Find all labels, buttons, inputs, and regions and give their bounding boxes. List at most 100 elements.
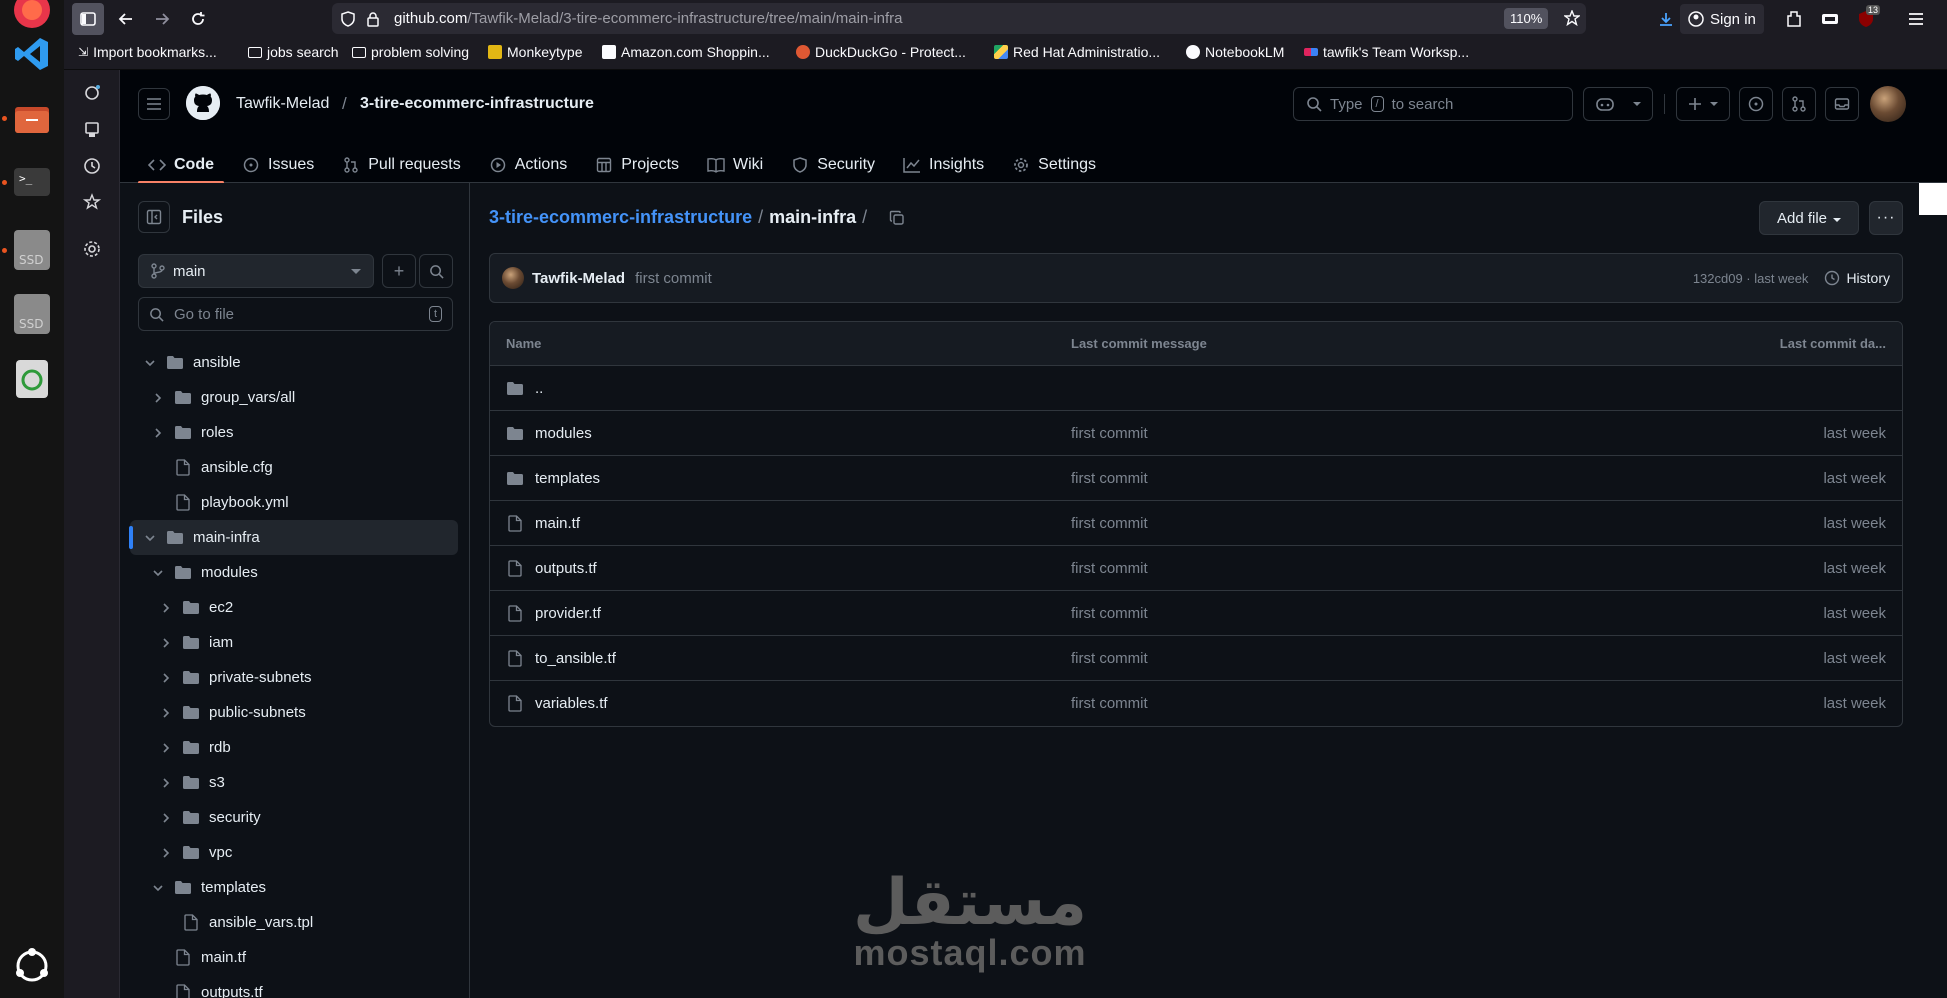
tracking-shield-icon[interactable] [340,11,356,32]
bookmark-monkeytype[interactable]: Monkeytype [488,44,582,60]
tree-folder-item[interactable]: templates [120,870,469,905]
ublock-icon[interactable]: 13 [1850,3,1882,35]
sidebar-toggle-icon[interactable] [72,3,104,35]
add-file-dropdown[interactable]: Add file [1759,201,1859,235]
bookmark-team-workspace[interactable]: tawfik's Team Worksp... [1304,44,1469,60]
tree-folder-item[interactable]: private-subnets [120,660,469,695]
commit-message[interactable]: first commit [635,270,712,287]
issues-button[interactable] [1739,87,1773,121]
reload-icon[interactable] [182,3,214,35]
vpn-extension-icon[interactable] [1814,3,1846,35]
sign-in-button[interactable]: Sign in [1680,4,1764,34]
tab-actions[interactable]: Actions [479,148,577,182]
collapse-panel-button[interactable] [138,201,170,233]
commit-author[interactable]: Tawfik-Melad [532,270,625,287]
history-button[interactable]: History [1824,270,1890,286]
tab-wiki[interactable]: Wiki [697,148,773,182]
tab-pull-requests[interactable]: Pull requests [332,148,471,182]
search-files-button[interactable] [419,254,453,288]
tree-folder-item[interactable]: s3 [120,765,469,800]
synced-tabs-icon[interactable] [82,120,102,140]
back-icon[interactable] [110,3,142,35]
user-avatar[interactable] [1870,86,1906,122]
chevron-right-icon[interactable] [158,670,174,686]
tab-insights[interactable]: Insights [893,148,994,182]
files-app-icon[interactable] [8,95,56,143]
row-commit-message[interactable]: first commit [1071,470,1148,487]
chevron-down-icon[interactable] [150,565,166,581]
tab-code[interactable]: Code [138,148,224,184]
table-row[interactable]: templates first commit last week [490,456,1902,501]
tree-file-item[interactable]: playbook.yml [120,485,469,520]
breadcrumb-owner[interactable]: Tawfik-Melad [236,95,329,113]
history-icon[interactable] [82,156,102,176]
tree-folder-item[interactable]: rdb [120,730,469,765]
chevron-right-icon[interactable] [158,600,174,616]
table-row[interactable]: modules first commit last week [490,411,1902,456]
bookmark-notebooklm[interactable]: NotebookLM [1186,44,1284,60]
tree-file-item[interactable]: ansible_vars.tpl [120,905,469,940]
disk-ssd-icon[interactable]: SSD [8,290,56,338]
table-row[interactable]: outputs.tf first commit last week [490,546,1902,591]
row-commit-message[interactable]: first commit [1071,515,1148,532]
tab-issues[interactable]: Issues [232,148,324,182]
bookmarks-star-icon[interactable] [82,192,102,212]
row-name-link[interactable]: to_ansible.tf [535,650,616,667]
downloads-icon[interactable] [1650,3,1682,35]
table-row[interactable]: variables.tf first commit last week [490,681,1902,726]
tree-folder-item[interactable]: roles [120,415,469,450]
tree-folder-item[interactable]: security [120,800,469,835]
chevron-down-icon[interactable] [142,355,158,371]
global-nav-button[interactable] [138,88,170,120]
bookmark-redhat[interactable]: Red Hat Administratio... [994,44,1160,60]
table-row[interactable]: .. [490,366,1902,411]
tree-folder-item[interactable]: public-subnets [120,695,469,730]
tree-file-item[interactable]: main.tf [120,940,469,975]
firefox-icon[interactable] [8,0,56,34]
commit-meta[interactable]: 132cd09 · last week [1693,271,1809,286]
add-file-button[interactable]: + [382,254,416,288]
terminal-icon[interactable]: >_ [8,158,56,206]
chevron-down-icon[interactable] [150,880,166,896]
copy-path-icon[interactable] [887,208,907,228]
row-name-link[interactable]: main.tf [535,515,580,532]
tree-file-item[interactable]: ansible.cfg [120,450,469,485]
forward-icon[interactable] [146,3,178,35]
chevron-right-icon[interactable] [158,810,174,826]
bookmark-problem-solving[interactable]: problem solving [352,44,469,60]
row-commit-message[interactable]: first commit [1071,605,1148,622]
tree-folder-item[interactable]: modules [120,555,469,590]
show-apps-icon[interactable] [8,942,56,990]
tab-settings[interactable]: Settings [1002,148,1106,182]
chevron-right-icon[interactable] [158,705,174,721]
row-name-link[interactable]: outputs.tf [535,560,597,577]
row-name-link[interactable]: provider.tf [535,605,601,622]
chevron-down-icon[interactable] [142,530,158,546]
copilot-button[interactable] [1583,87,1653,121]
more-options-button[interactable]: ··· [1869,201,1903,235]
bookmark-jobs-search[interactable]: jobs search [248,44,339,60]
bookmark-star-icon[interactable] [1562,9,1582,31]
tree-folder-item[interactable]: ec2 [120,590,469,625]
tree-folder-item[interactable]: group_vars/all [120,380,469,415]
bookmark-amazon[interactable]: Amazon.com Shoppin... [602,44,770,60]
breadcrumb-repo[interactable]: 3-tire-ecommerc-infrastructure [360,95,594,113]
chevron-right-icon[interactable] [158,775,174,791]
row-commit-message[interactable]: first commit [1071,650,1148,667]
lock-icon[interactable] [366,11,380,32]
github-logo-icon[interactable] [186,86,220,120]
row-commit-message[interactable]: first commit [1071,560,1148,577]
row-commit-message[interactable]: first commit [1071,425,1148,442]
ai-chat-icon[interactable] [82,83,102,103]
vscode-icon[interactable] [8,30,56,78]
path-repo-link[interactable]: 3-tire-ecommerc-infrastructure [489,207,752,228]
menu-hamburger-icon[interactable] [1900,3,1932,35]
tree-folder-item[interactable]: iam [120,625,469,660]
row-name-link[interactable]: modules [535,425,592,442]
chevron-right-icon[interactable] [150,425,166,441]
tab-security[interactable]: Security [781,148,885,182]
extension-icon[interactable] [1778,3,1810,35]
chevron-right-icon[interactable] [158,635,174,651]
pull-requests-button[interactable] [1782,87,1816,121]
commit-author-avatar[interactable] [502,267,524,289]
